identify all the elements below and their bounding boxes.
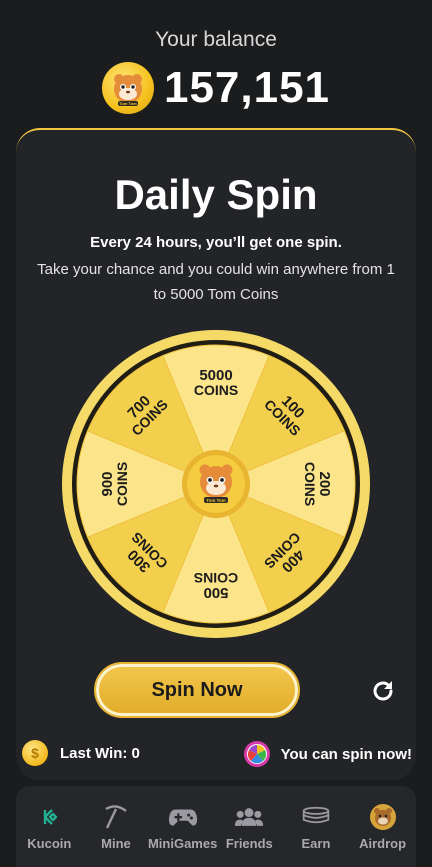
nav-label-mine: Mine — [101, 836, 131, 851]
friends-icon — [234, 802, 264, 832]
hub-caption: Tom Tom — [206, 498, 226, 503]
segment-label: 5000COINS — [194, 367, 238, 398]
nav-item-mine[interactable]: Mine — [83, 802, 149, 851]
page-title: Daily Spin — [114, 171, 318, 218]
nav-label-kucoin: Kucoin — [27, 836, 72, 851]
nav-item-earn[interactable]: Earn — [283, 802, 349, 851]
airdrop-avatar-icon — [368, 802, 398, 832]
spin-status-text: You can spin now! — [280, 745, 412, 763]
balance-value: 157,151 — [163, 63, 331, 112]
segment-unit: COINS — [194, 382, 238, 398]
coins-stack-icon — [301, 802, 331, 832]
hamster-coin-avatar: Tom Tom — [101, 62, 154, 114]
nav-label-minigames: MiniGames — [147, 836, 218, 851]
nav-item-friends[interactable]: Friends — [216, 802, 282, 851]
nav-item-kucoin[interactable]: Kucoin — [16, 802, 82, 851]
nav-label-friends: Friends — [225, 836, 273, 851]
segment-unit: COINS — [194, 570, 238, 586]
last-win-text: Last Win: 0 — [60, 744, 140, 762]
last-win: $ Last Win: 0 — [22, 740, 140, 766]
nav-item-airdrop[interactable]: Airdrop — [350, 802, 416, 851]
spin-now-button[interactable]: Spin Now — [96, 664, 298, 716]
kucoin-icon — [34, 802, 64, 832]
svg-text:Tom Tom: Tom Tom — [119, 101, 137, 106]
refresh-button[interactable] — [368, 676, 398, 706]
nav-label-earn: Earn — [301, 836, 331, 851]
spin-status: You can spin now! — [243, 740, 412, 768]
gamepad-icon — [168, 802, 198, 832]
bottom-nav: Kucoin Mine MiniGames Friends Earn Airdr… — [16, 786, 416, 867]
balance-label: Your balance — [155, 28, 277, 51]
gold-coin-icon: $ — [22, 740, 48, 766]
pickaxe-icon — [101, 802, 131, 832]
segment-unit: COINS — [114, 462, 130, 506]
segment-unit: COINS — [302, 462, 318, 506]
spin-subtitle: Every 24 hours, you’ll get one spin. — [90, 234, 342, 251]
refresh-icon — [373, 681, 393, 701]
nav-label-airdrop: Airdrop — [359, 836, 407, 851]
spin-wheel: 5000COINS100COINS200COINS400COINS500COIN… — [62, 330, 370, 638]
nav-item-minigames[interactable]: MiniGames — [147, 802, 218, 851]
color-wheel-icon — [243, 741, 270, 767]
balance-row: Tom Tom 157,151 — [0, 62, 432, 114]
spin-description: Take your chance and you could win anywh… — [37, 261, 395, 303]
